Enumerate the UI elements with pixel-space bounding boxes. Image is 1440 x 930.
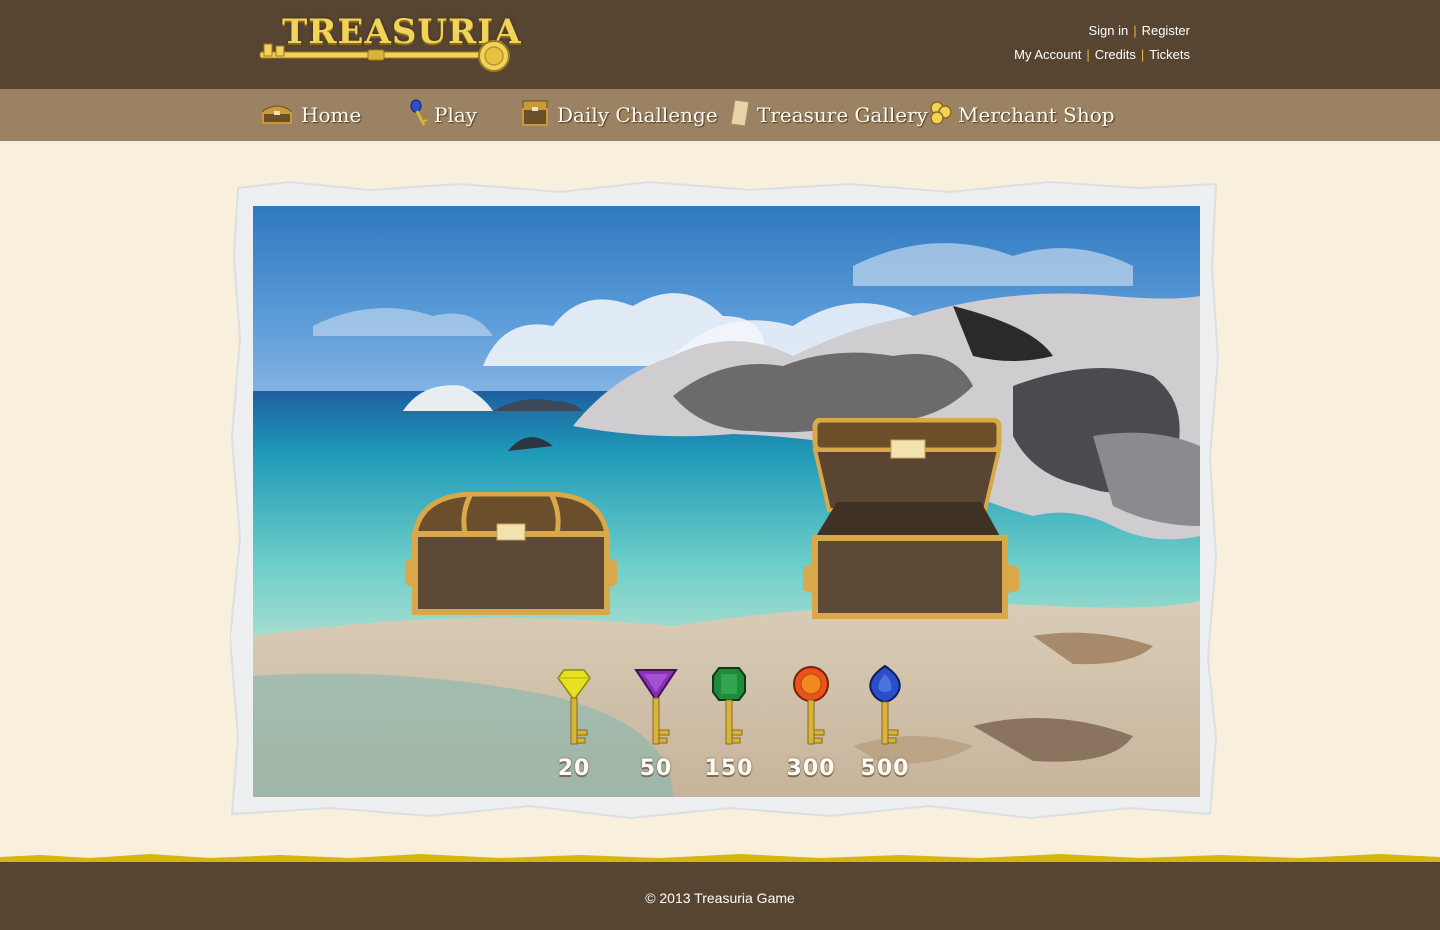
nav-label-play: Play: [434, 103, 478, 127]
nav-item-treasure-gallery[interactable]: Treasure Gallery: [729, 89, 928, 141]
register-link[interactable]: Register: [1142, 23, 1190, 38]
blue-gem-key-icon: [869, 664, 901, 745]
link-separator: |: [1140, 47, 1145, 62]
yellow-gem-key-icon: [557, 669, 591, 745]
credits-link[interactable]: Credits: [1095, 47, 1136, 62]
key-value-label: 50: [639, 756, 673, 781]
closed-treasure-chest[interactable]: [401, 492, 621, 616]
orange-gem-key-icon: [793, 666, 829, 745]
key-value-label: 500: [860, 756, 910, 781]
account-links: Sign in | Register My Account | Credits | Tick…: [1014, 19, 1190, 67]
treasuria-logo[interactable]: TREASURIA: [258, 10, 521, 74]
site-header: TREASURIA Sign in | Register My Account | Cr…: [0, 0, 1440, 89]
logo-key-icon: [259, 40, 510, 72]
nav-item-merchant-shop[interactable]: Merchant Shop: [928, 89, 1115, 141]
green-gem-key-icon: [712, 667, 746, 745]
main-nav: Home Play Daily Challenge Treasure Galle…: [0, 89, 1440, 141]
nav-label-daily-challenge: Daily Challenge: [557, 103, 718, 127]
link-separator: |: [1133, 23, 1137, 38]
nav-label-merchant-shop: Merchant Shop: [958, 103, 1115, 127]
copyright-text: © 2013 Treasuria Game: [645, 890, 795, 906]
coins-icon: [928, 100, 954, 131]
key-value-label: 20: [557, 756, 591, 781]
sign-in-link[interactable]: Sign in: [1088, 23, 1128, 38]
scroll-icon: [729, 98, 751, 133]
key-20[interactable]: 20: [542, 664, 606, 784]
treasure-chest-icon: [261, 101, 293, 130]
nav-item-daily-challenge[interactable]: Daily Challenge: [521, 89, 718, 141]
open-treasure-chest[interactable]: [801, 418, 1023, 620]
key-value-label: 150: [704, 756, 754, 781]
nav-label-treasure-gallery: Treasure Gallery: [757, 103, 928, 127]
my-account-link[interactable]: My Account: [1014, 47, 1081, 62]
nav-label-home: Home: [301, 103, 362, 127]
account-links-row2: My Account | Credits | Tickets: [1014, 43, 1190, 67]
tickets-link[interactable]: Tickets: [1149, 47, 1190, 62]
key-icon: [408, 98, 430, 133]
site-footer: © 2013 Treasuria Game: [0, 862, 1440, 930]
chest-stack-icon: [521, 99, 549, 132]
key-500[interactable]: 500: [853, 664, 917, 784]
link-separator: |: [1086, 47, 1090, 62]
key-50[interactable]: 50: [624, 664, 688, 784]
key-300[interactable]: 300: [779, 664, 843, 784]
key-value-label: 300: [786, 756, 836, 781]
nav-item-play[interactable]: Play: [408, 89, 477, 141]
nav-item-home[interactable]: Home: [261, 89, 361, 141]
account-links-row1: Sign in | Register: [1014, 19, 1190, 43]
key-150[interactable]: 150: [697, 664, 761, 784]
purple-gem-key-icon: [634, 669, 678, 745]
